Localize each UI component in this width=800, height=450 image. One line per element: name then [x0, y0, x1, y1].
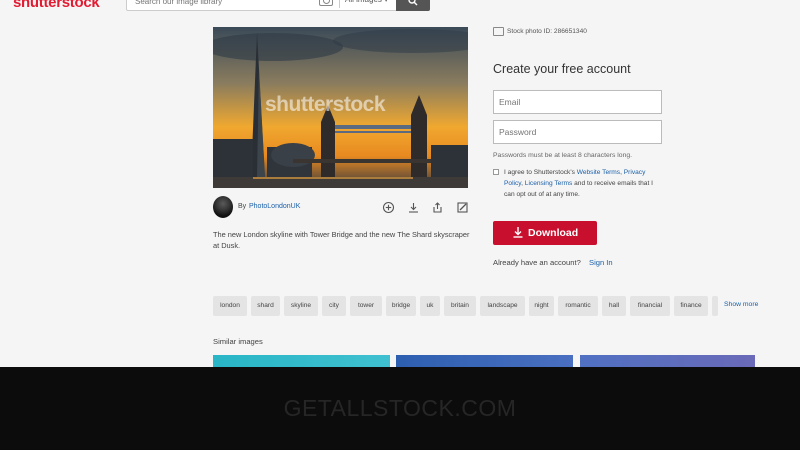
- download-icon[interactable]: [407, 201, 420, 214]
- header: shutterstock All images ▾: [0, 0, 800, 12]
- download-button[interactable]: Download: [493, 221, 597, 245]
- keyword-tag-overflow: [712, 296, 718, 316]
- terms-text: I agree to Shutterstock's Website Terms,…: [504, 167, 664, 200]
- download-label: Download: [528, 227, 579, 239]
- keyword-tag[interactable]: bridge: [386, 296, 416, 316]
- divider: [339, 0, 340, 8]
- search-bar: All images ▾: [126, 0, 430, 11]
- share-icon[interactable]: [431, 201, 444, 214]
- keyword-tag[interactable]: britain: [444, 296, 476, 316]
- overlay-watermark-text: GETALLSTOCK.COM: [283, 395, 517, 421]
- search-input[interactable]: [135, 0, 315, 10]
- keyword-tag[interactable]: london: [213, 296, 247, 316]
- camera-icon: [493, 27, 504, 36]
- have-account-text: Already have an account?: [493, 258, 581, 267]
- by-label: By: [238, 203, 247, 210]
- similar-image-thumbnail[interactable]: [396, 355, 573, 367]
- edit-icon[interactable]: [456, 201, 469, 214]
- keyword-tag[interactable]: shard: [251, 296, 280, 316]
- main-photo[interactable]: shutterstock: [213, 27, 468, 188]
- licensing-terms-link[interactable]: Licensing Terms: [525, 180, 573, 187]
- keyword-tag[interactable]: hall: [602, 296, 626, 316]
- image-description: The new London skyline with Tower Bridge…: [213, 230, 470, 250]
- email-field[interactable]: [493, 90, 662, 114]
- image-type-select[interactable]: All images ▾: [345, 0, 388, 8]
- author-row: By PhotoLondonUK: [213, 196, 471, 220]
- search-icon: [408, 0, 418, 6]
- show-more-link[interactable]: Show more: [724, 301, 758, 308]
- keyword-tag[interactable]: skyline: [284, 296, 318, 316]
- camera-icon[interactable]: [319, 0, 333, 6]
- keyword-tag[interactable]: city: [322, 296, 346, 316]
- add-to-collection-icon[interactable]: [382, 201, 395, 214]
- keyword-tag[interactable]: financial: [630, 296, 670, 316]
- similar-images-heading: Similar images: [213, 337, 263, 346]
- keyword-tag[interactable]: tower: [350, 296, 382, 316]
- website-terms-link[interactable]: Website Terms: [577, 169, 620, 176]
- password-hint: Passwords must be at least 8 characters …: [493, 152, 633, 159]
- similar-image-thumbnail[interactable]: [580, 355, 755, 367]
- watermark: shutterstock: [265, 93, 386, 116]
- similar-image-thumbnail[interactable]: [213, 355, 390, 367]
- keyword-tag[interactable]: night: [529, 296, 554, 316]
- signup-title: Create your free account: [493, 62, 631, 76]
- keyword-tag[interactable]: uk: [420, 296, 440, 316]
- avatar[interactable]: [213, 196, 233, 218]
- author-link[interactable]: PhotoLondonUK: [249, 203, 300, 210]
- keyword-tag[interactable]: finance: [674, 296, 708, 316]
- stock-id-text: Stock photo ID: 286651340: [507, 28, 587, 35]
- terms-checkbox[interactable]: [493, 169, 499, 175]
- password-field[interactable]: [493, 120, 662, 144]
- search-button[interactable]: [396, 0, 430, 11]
- sign-in-link[interactable]: Sign In: [589, 258, 613, 267]
- shutterstock-logo[interactable]: shutterstock: [13, 0, 100, 11]
- terms-prefix: I agree to Shutterstock's: [504, 169, 577, 176]
- download-arrow-icon: [513, 227, 523, 238]
- keyword-tag[interactable]: landscape: [480, 296, 525, 316]
- keyword-tag[interactable]: romantic: [558, 296, 598, 316]
